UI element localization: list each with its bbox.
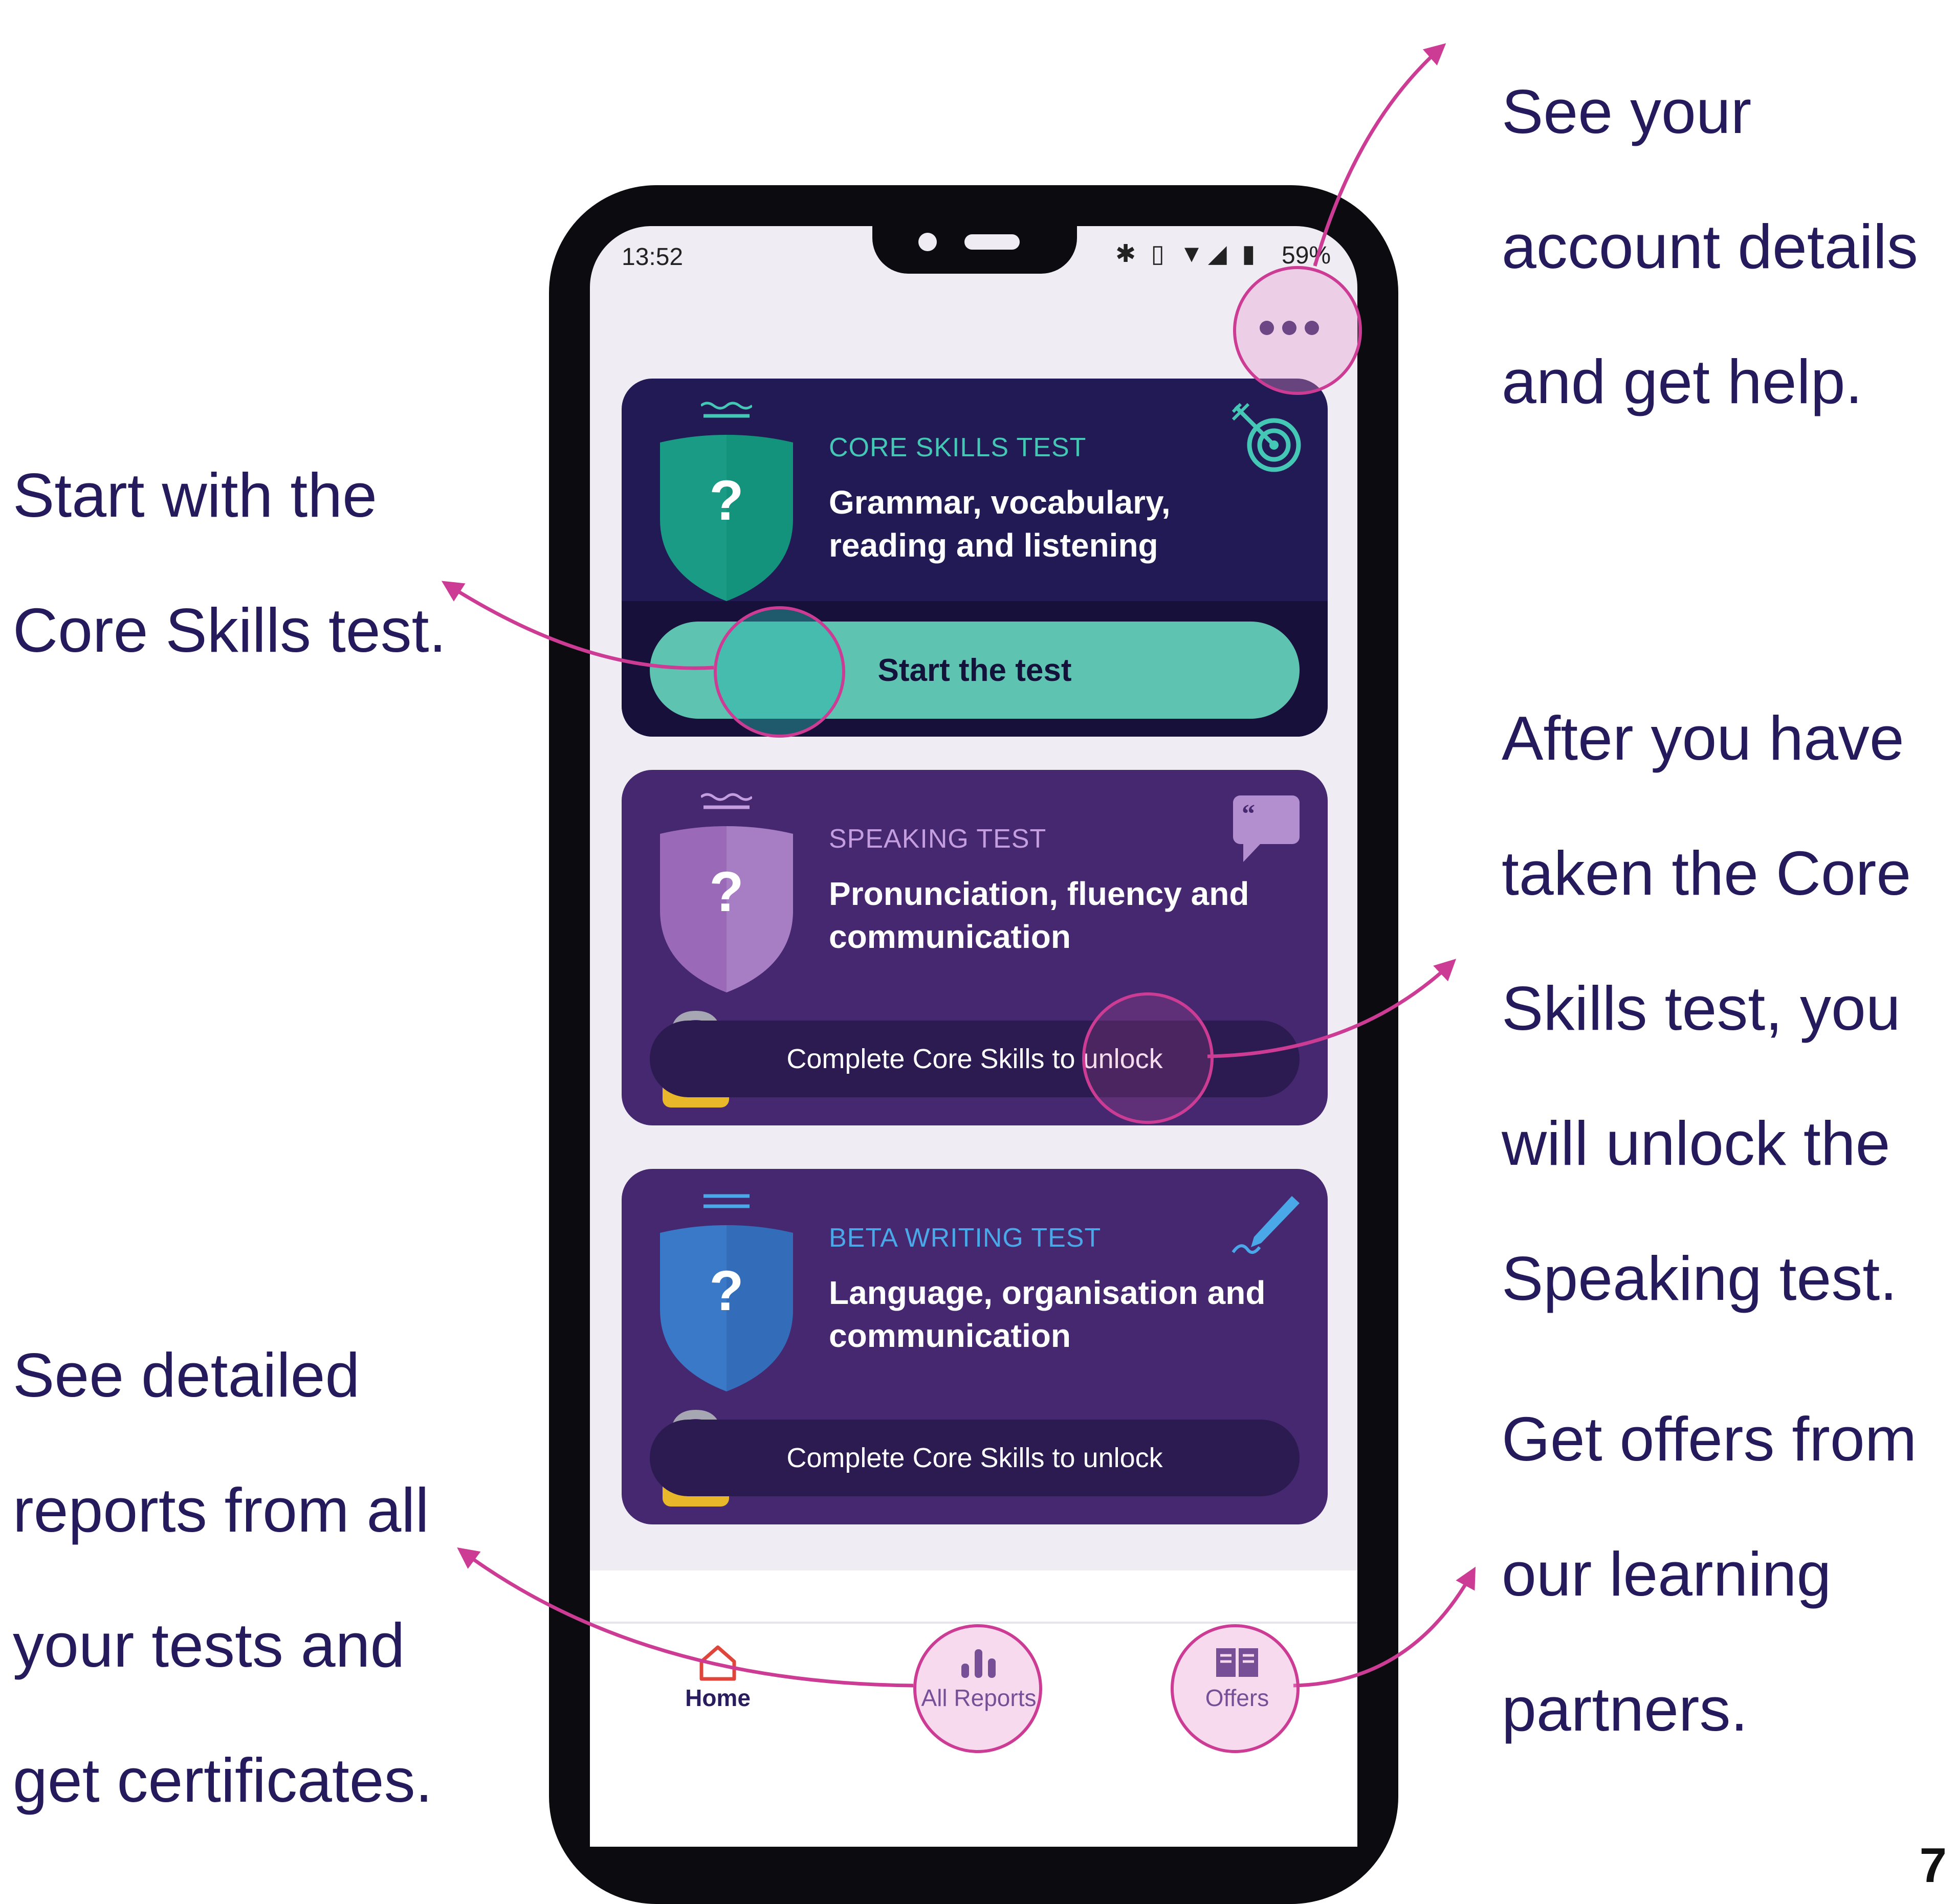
callout-line: Speaking test. [1502, 1244, 1898, 1313]
callout-line: Get offers from [1502, 1404, 1917, 1474]
callout-line: get certificates. [13, 1745, 433, 1815]
card-category: CORE SKILLS TEST [829, 433, 1087, 462]
tab-label: Home [685, 1685, 751, 1711]
waves-icon [701, 793, 752, 809]
callout-line: See your [1502, 77, 1752, 146]
callout-line: partners. [1502, 1674, 1748, 1744]
core-skills-card[interactable]: ? CORE SKILLS TEST Grammar, vocabulary, … [622, 379, 1328, 737]
callout-line: and get help. [1502, 347, 1863, 416]
open-book-icon [1216, 1648, 1258, 1677]
pen-icon [1232, 1196, 1300, 1254]
dot-icon [1260, 321, 1274, 335]
callout-line: After you have [1502, 703, 1904, 773]
tab-label: Offers [1205, 1685, 1269, 1711]
speaking-card[interactable]: ? SPEAKING TEST Pronunciation, fluency a… [622, 770, 1328, 1125]
camera-icon [918, 233, 937, 251]
status-icons: ✱ ▯ ▼◢ ▮ [1115, 240, 1260, 268]
callout-line: our learning [1502, 1539, 1832, 1609]
shield-icon: ? [660, 793, 793, 992]
dot-icon [1282, 321, 1296, 335]
callout-line: taken the Core [1502, 838, 1911, 908]
tab-offers[interactable]: Offers [1160, 1644, 1314, 1712]
target-icon [1232, 403, 1301, 472]
callout-reports: See detailed reports from all your tests… [13, 1274, 432, 1881]
card-title: Grammar, vocabulary, reading and listeni… [829, 484, 1171, 564]
battery-percent: 59% [1282, 242, 1331, 269]
shield-question-mark: ? [709, 469, 744, 532]
locked-message: Complete Core Skills to unlock [650, 1021, 1300, 1097]
callout-offers: Get offers from our learning partners. [1502, 1338, 1917, 1810]
callout-line: reports from all [13, 1475, 429, 1545]
callout-line: your tests and [13, 1610, 405, 1680]
svg-text:“: “ [1242, 800, 1255, 829]
shield-question-mark: ? [709, 860, 744, 923]
callout-line: See detailed [13, 1340, 360, 1410]
callout-core: Start with the Core Skills test. [13, 394, 446, 732]
page-number: 7 [1919, 1838, 1947, 1893]
dot-icon [1305, 321, 1319, 335]
callout-line: Core Skills test. [13, 595, 447, 665]
locked-message: Complete Core Skills to unlock [650, 1420, 1300, 1496]
tab-label: All Reports [921, 1685, 1037, 1711]
speaker-icon [964, 234, 1020, 250]
bar-chart-icon [961, 1649, 996, 1678]
waves-icon [703, 1194, 750, 1208]
callout-line: Skills test, you [1502, 973, 1901, 1043]
card-category: BETA WRITING TEST [829, 1223, 1102, 1253]
bottom-tab-bar: Home All Reports Offers [590, 1622, 1357, 1726]
start-test-button[interactable]: Start the test [650, 622, 1300, 719]
writing-card[interactable]: ? BETA WRITING TEST Language, organisati… [622, 1169, 1328, 1524]
waves-icon [701, 402, 752, 418]
shield-icon: ? [660, 1194, 793, 1391]
more-options-button[interactable] [1228, 305, 1351, 351]
home-icon [699, 1645, 736, 1681]
shield-icon: ? [660, 402, 793, 601]
speech-bubble-icon: “ [1233, 795, 1300, 862]
card-category: SPEAKING TEST [829, 824, 1047, 854]
callout-account: See your account details and get help. [1502, 10, 1918, 483]
tab-all-reports[interactable]: All Reports [902, 1644, 1056, 1712]
callout-speaking: After you have taken the Core Skills tes… [1502, 637, 1911, 1380]
card-title: Pronunciation, fluency and communication [829, 875, 1249, 955]
tab-home[interactable]: Home [641, 1644, 795, 1712]
card-title: Language, organisation and communication [829, 1274, 1266, 1354]
callout-line: will unlock the [1502, 1109, 1890, 1178]
callout-line: Start with the [13, 460, 377, 530]
status-time: 13:52 [622, 243, 684, 271]
callout-line: account details [1502, 212, 1918, 281]
shield-question-mark: ? [709, 1259, 744, 1322]
